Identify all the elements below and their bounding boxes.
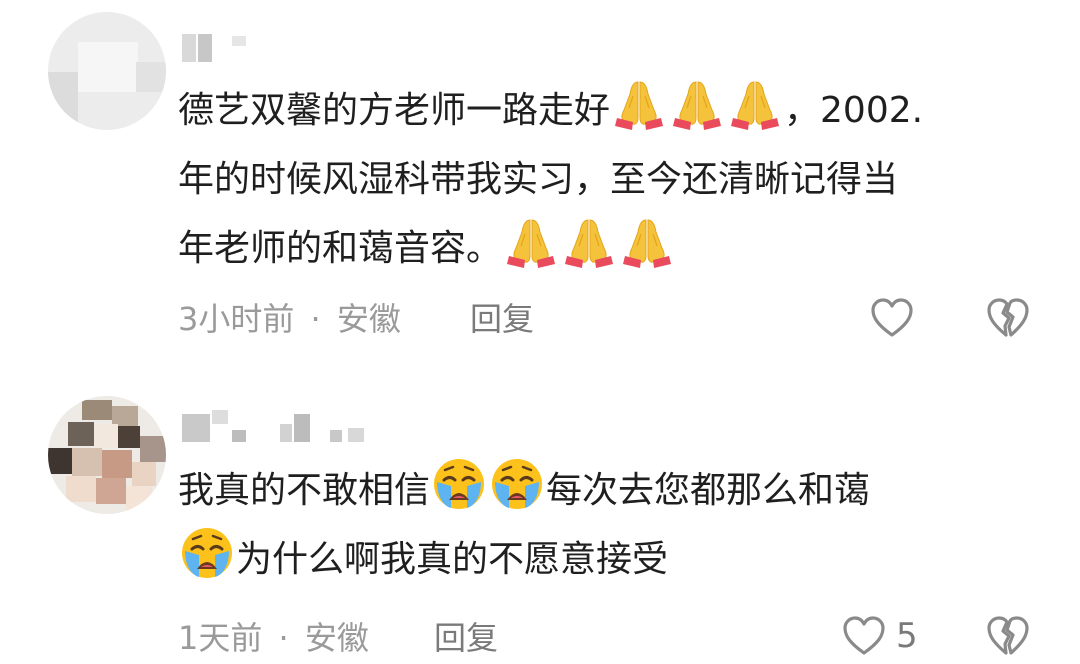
reply-button[interactable]: 回复 bbox=[470, 299, 534, 339]
location: 安徽 bbox=[336, 300, 401, 338]
username-blur-block bbox=[198, 34, 212, 62]
avatar-blur-block bbox=[132, 462, 156, 486]
username[interactable] bbox=[182, 410, 382, 442]
comment-text: 德艺双馨的方老师一路走好 ，2002. 年的时候风湿科带我实习，至今还清晰记得当 … bbox=[178, 76, 1048, 283]
comment-line: 年老师的和蔼音容。 bbox=[178, 214, 1048, 283]
reply-button[interactable]: 回复 bbox=[434, 618, 498, 658]
folded-hands-emoji bbox=[669, 76, 725, 132]
username-blur-block bbox=[212, 410, 228, 424]
avatar-blur-block bbox=[82, 400, 112, 420]
avatar-blur-block bbox=[68, 422, 94, 446]
username-blur-block bbox=[182, 34, 196, 62]
comment-text-segment: ，2002. bbox=[784, 90, 924, 131]
broken-heart-outline-icon bbox=[984, 294, 1032, 342]
comment-text-segment: 为什么啊我真的不愿意接受 bbox=[236, 539, 669, 580]
avatar-blur-block bbox=[96, 478, 126, 504]
avatar[interactable] bbox=[48, 396, 166, 514]
loudly-crying-face-emoji bbox=[489, 456, 545, 512]
folded-hands-emoji bbox=[561, 214, 617, 270]
avatar-blur-block bbox=[48, 72, 78, 130]
avatar-blur-block bbox=[48, 448, 72, 474]
timestamp: 1天前 bbox=[178, 619, 263, 657]
avatar-blur-block bbox=[72, 448, 102, 476]
comment-item: 我真的不敢相信 每次去您都那么和蔼 为什么啊我真的不愿意接受 1天前 · 安徽 回… bbox=[0, 380, 1080, 658]
comment-line: 为什么啊我真的不愿意接受 bbox=[178, 525, 1048, 594]
avatar-blur-block bbox=[112, 406, 138, 426]
meta-separator: · bbox=[310, 300, 321, 338]
avatar-blur-block bbox=[140, 436, 166, 462]
dislike-button[interactable] bbox=[984, 294, 1032, 346]
username-blur-block bbox=[182, 414, 210, 442]
heart-outline-icon bbox=[868, 294, 916, 342]
username-blur-block bbox=[232, 36, 246, 46]
like-count: 5 bbox=[896, 616, 918, 656]
folded-hands-emoji bbox=[727, 76, 783, 132]
avatar-blur-block bbox=[94, 424, 118, 448]
like-button[interactable] bbox=[868, 294, 924, 342]
avatar-blur-block bbox=[136, 62, 166, 92]
avatar-blur-block bbox=[118, 426, 140, 448]
timestamp: 3小时前 bbox=[178, 300, 295, 338]
comment-item: 德艺双馨的方老师一路走好 ，2002. 年的时候风湿科带我实习，至今还清晰记得当 … bbox=[0, 0, 1080, 360]
loudly-crying-face-emoji bbox=[179, 525, 235, 581]
username-blur-block bbox=[280, 424, 292, 442]
comment-text-segment: 德艺双馨的方老师一路走好 bbox=[178, 90, 611, 131]
heart-outline-icon bbox=[840, 612, 888, 660]
avatar-blur-block bbox=[78, 42, 138, 92]
folded-hands-emoji bbox=[619, 214, 675, 270]
username-blur-block bbox=[232, 430, 246, 442]
comment-meta: 1天前 · 安徽 回复 bbox=[178, 618, 578, 658]
comment-line: 德艺双馨的方老师一路走好 ，2002. bbox=[178, 76, 1048, 145]
avatar[interactable] bbox=[48, 12, 166, 130]
comment-text: 我真的不敢相信 每次去您都那么和蔼 为什么啊我真的不愿意接受 bbox=[178, 456, 1048, 594]
username-blur-block bbox=[348, 428, 364, 442]
username-blur-block bbox=[294, 414, 310, 442]
comment-text-segment: 每次去您都那么和蔼 bbox=[546, 470, 871, 511]
avatar-blur-block bbox=[66, 476, 96, 502]
username[interactable] bbox=[182, 34, 262, 62]
avatar-blur-block bbox=[102, 450, 132, 478]
comment-line: 年的时候风湿科带我实习，至今还清晰记得当 bbox=[178, 159, 899, 200]
comment-text-segment: 年老师的和蔼音容。 bbox=[178, 228, 503, 269]
location: 安徽 bbox=[304, 619, 369, 657]
meta-separator: · bbox=[278, 619, 289, 657]
dislike-button[interactable] bbox=[984, 612, 1032, 664]
comment-line: 我真的不敢相信 每次去您都那么和蔼 bbox=[178, 456, 1048, 525]
comment-text-segment: 我真的不敢相信 bbox=[178, 470, 431, 511]
like-button[interactable]: 5 bbox=[840, 612, 918, 660]
folded-hands-emoji bbox=[503, 214, 559, 270]
broken-heart-outline-icon bbox=[984, 612, 1032, 660]
loudly-crying-face-emoji bbox=[431, 456, 487, 512]
folded-hands-emoji bbox=[611, 76, 667, 132]
username-blur-block bbox=[330, 430, 342, 442]
comment-meta: 3小时前 · 安徽 回复 bbox=[178, 299, 578, 339]
avatar-blur-block bbox=[126, 486, 152, 510]
